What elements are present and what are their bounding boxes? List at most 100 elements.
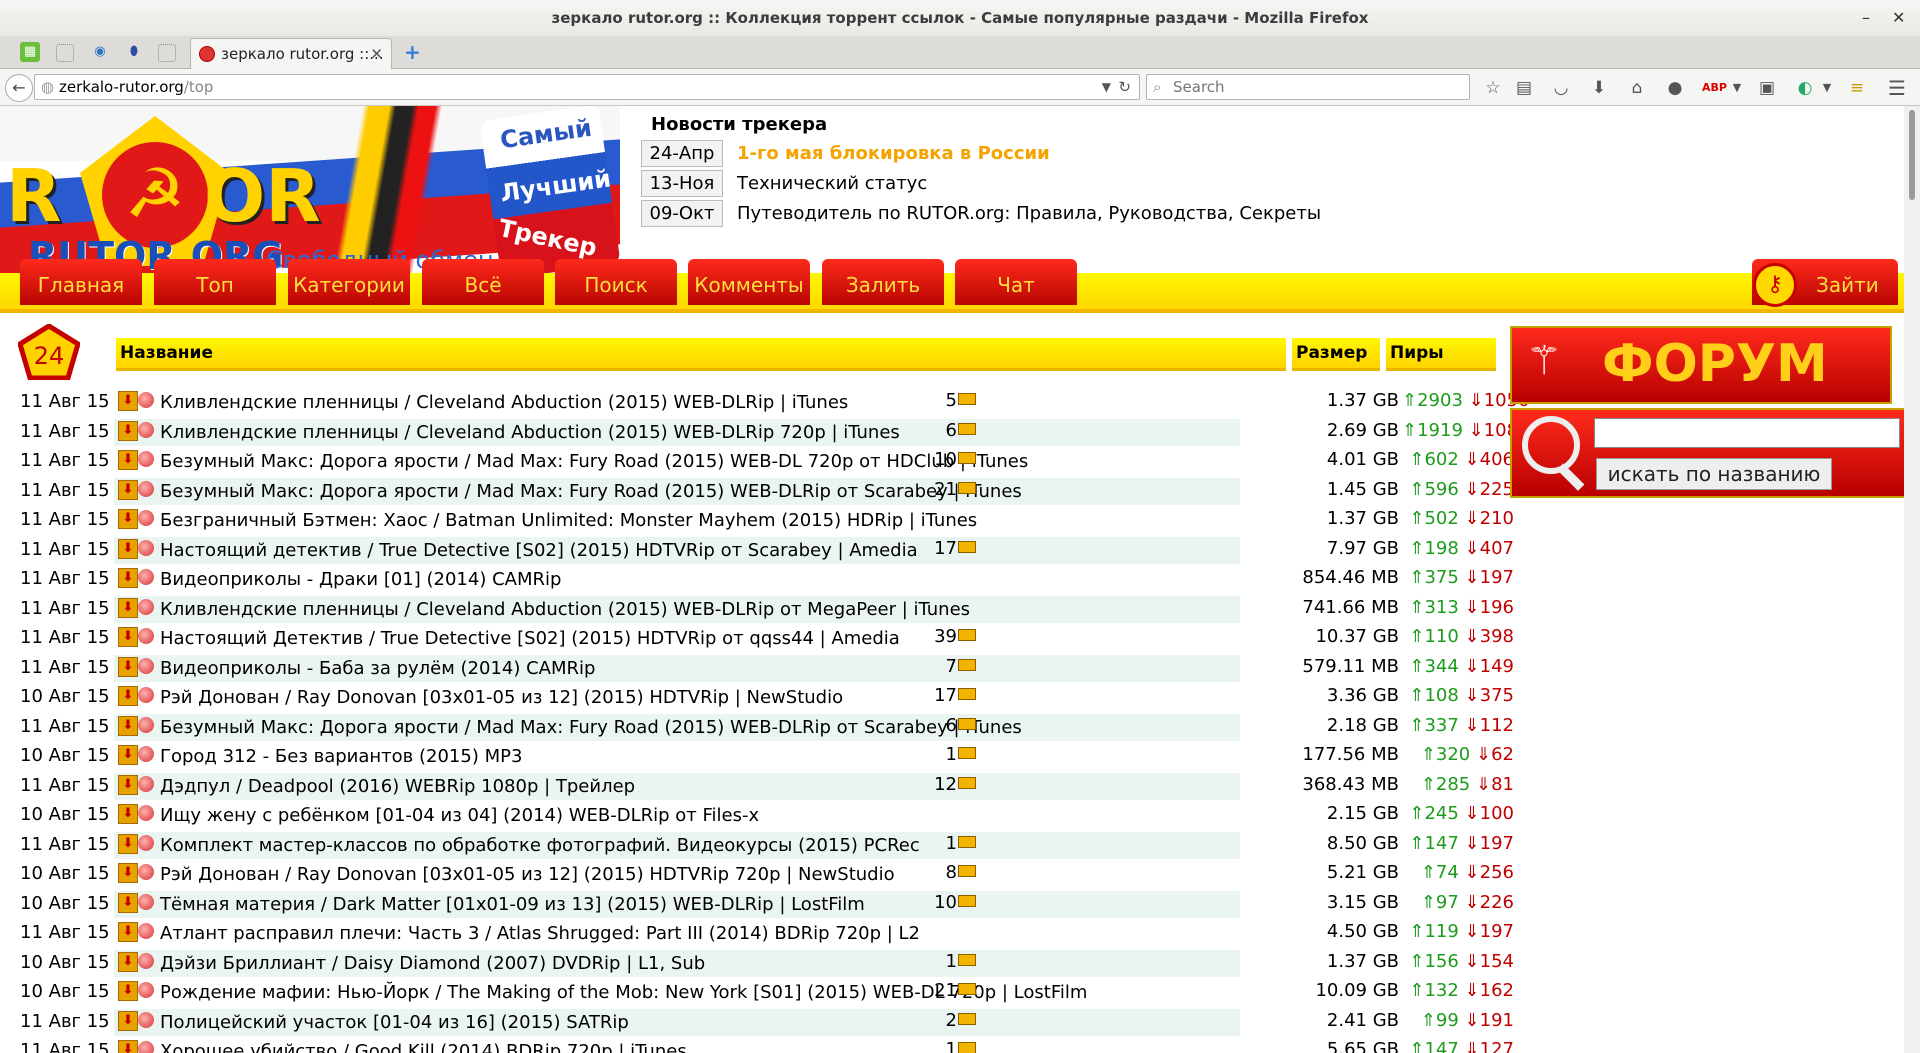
comment-count[interactable]: 1 — [916, 744, 976, 765]
magnet-link-icon[interactable] — [138, 658, 154, 674]
table-row[interactable]: 11 Авг 15 ⬇ Безграничный Бэтмен: Хаос / Ba… — [18, 506, 1514, 535]
url-bar[interactable]: ◍ zerkalo-rutor.org/top ▼ ↻ — [34, 74, 1140, 100]
magnet-link-icon[interactable] — [138, 864, 154, 880]
extension-bars-icon[interactable]: ≡ — [1846, 77, 1868, 99]
magnet-link-icon[interactable] — [138, 510, 154, 526]
table-row[interactable]: 10 Авг 15 ⬇ Ищу жену с ребёнком [01-04 из … — [18, 801, 1514, 830]
magnet-link-icon[interactable] — [138, 451, 154, 467]
close-window-button[interactable]: ✕ — [1892, 0, 1905, 36]
download-torrent-icon[interactable]: ⬇ — [118, 893, 138, 913]
download-torrent-icon[interactable]: ⬇ — [118, 775, 138, 795]
pinned-tab-globe-icon[interactable]: ◉ — [90, 42, 110, 62]
pinned-tab-blank-icon-2[interactable] — [158, 44, 176, 62]
table-row[interactable]: 11 Авг 15 ⬇ Кливлендские пленницы / Clevel… — [18, 388, 1530, 417]
torrent-title-link[interactable]: Тёмная материя / Dark Matter [01x01-09 и… — [160, 894, 865, 915]
table-row[interactable]: 11 Авг 15 ⬇ Настоящий Детектив / True Dete… — [18, 624, 1514, 653]
table-row[interactable]: 10 Авг 15 ⬇ Тёмная материя / Dark Matter [… — [18, 890, 1514, 919]
download-torrent-icon[interactable]: ⬇ — [118, 509, 138, 529]
torrent-title-link[interactable]: Настоящий детектив / True Detective [S02… — [160, 540, 918, 561]
comment-count[interactable]: 17 — [916, 538, 976, 559]
download-torrent-icon[interactable]: ⬇ — [118, 539, 138, 559]
torrent-title-link[interactable]: Полицейский участок [01-04 из 16] (2015)… — [160, 1012, 629, 1033]
table-row[interactable]: 11 Авг 15 ⬇ Настоящий детектив / True Dete… — [18, 536, 1514, 565]
torrent-title-link[interactable]: Город 312 - Без вариантов (2015) MP3 — [160, 746, 522, 767]
menu-item-home[interactable]: Главная — [20, 259, 142, 305]
table-row[interactable]: 11 Авг 15 ⬇ Видеоприколы - Драки [01] (201… — [18, 565, 1514, 594]
download-torrent-icon[interactable]: ⬇ — [118, 716, 138, 736]
download-torrent-icon[interactable]: ⬇ — [118, 863, 138, 883]
menu-item-top[interactable]: Топ — [154, 259, 276, 305]
table-row[interactable]: 10 Авг 15 ⬇ Рэй Донован / Ray Donovan [03x… — [18, 683, 1514, 712]
comment-count[interactable]: 21 — [916, 980, 976, 1001]
table-row[interactable]: 11 Авг 15 ⬇ Кливлендские пленницы / Clevel… — [18, 595, 1514, 624]
pinned-tab-shield-icon[interactable]: ⬮ — [124, 42, 144, 62]
magnet-link-icon[interactable] — [138, 746, 154, 762]
page-scrollbar[interactable] — [1904, 106, 1920, 1053]
download-torrent-icon[interactable]: ⬇ — [118, 391, 138, 411]
table-row[interactable]: 11 Авг 15 ⬇ Дэдпул / Deadpool (2016) WEBRi… — [18, 772, 1514, 801]
magnet-link-icon[interactable] — [138, 392, 154, 408]
torrent-title-link[interactable]: Ищу жену с ребёнком [01-04 из 04] (2014)… — [160, 805, 759, 826]
site-info-icon[interactable]: ◍ — [41, 75, 54, 99]
magnet-link-icon[interactable] — [138, 569, 154, 585]
comment-count[interactable]: 6 — [916, 420, 976, 441]
torrent-title-link[interactable]: Хорошее убийство / Good Kill (2014) BDRi… — [160, 1041, 687, 1053]
comment-count[interactable]: 1 — [916, 951, 976, 972]
news-link[interactable]: 1-го мая блокировка в России — [737, 140, 1050, 167]
home-icon[interactable]: ⌂ — [1626, 77, 1648, 99]
download-torrent-icon[interactable]: ⬇ — [118, 981, 138, 1001]
table-row[interactable]: 11 Авг 15 ⬇ Атлант расправил плечи: Часть … — [18, 919, 1514, 948]
download-torrent-icon[interactable]: ⬇ — [118, 952, 138, 972]
table-row[interactable]: 10 Авг 15 ⬇ Город 312 - Без вариантов (201… — [18, 742, 1514, 771]
menu-item-search[interactable]: Поиск — [555, 259, 677, 305]
active-tab[interactable]: зеркало rutor.org ::... ✕ — [190, 38, 392, 69]
comment-count[interactable]: 10 — [916, 892, 976, 913]
column-header-name[interactable]: Название — [116, 338, 1286, 371]
extension-grid-icon[interactable]: ▣ — [1756, 77, 1778, 99]
table-row[interactable]: 11 Авг 15 ⬇ Видеоприколы - Баба за рулём (… — [18, 654, 1514, 683]
magnet-link-icon[interactable] — [138, 540, 154, 556]
torrent-title-link[interactable]: Рэй Донован / Ray Donovan [03x01-05 из 1… — [160, 864, 895, 885]
magnet-link-icon[interactable] — [138, 776, 154, 792]
table-row[interactable]: 10 Авг 15 ⬇ Рэй Донован / Ray Donovan [03x… — [18, 860, 1514, 889]
login-button[interactable]: ⚷ Зайти — [1752, 259, 1898, 307]
table-row[interactable]: 10 Авг 15 ⬇ Рождение мафии: Нью-Йорк / The… — [18, 978, 1514, 1007]
pinned-tab-blank-icon[interactable] — [56, 44, 74, 62]
download-torrent-icon[interactable]: ⬇ — [118, 480, 138, 500]
title-search-input[interactable] — [1594, 418, 1900, 448]
comment-count[interactable]: 10 — [916, 449, 976, 470]
menu-item-all[interactable]: Всё — [422, 259, 544, 305]
menu-item-comments[interactable]: Комменты — [688, 259, 810, 305]
adblock-icon[interactable]: ABP — [1702, 77, 1727, 99]
torrent-title-link[interactable]: Видеоприколы - Баба за рулём (2014) CAMR… — [160, 658, 595, 679]
table-row[interactable]: 11 Авг 15 ⬇ Безумный Макс: Дорога ярости /… — [18, 713, 1514, 742]
magnet-link-icon[interactable] — [138, 835, 154, 851]
new-tab-plus-icon[interactable]: + — [404, 40, 421, 64]
magnet-link-icon[interactable] — [138, 599, 154, 615]
forum-banner[interactable]: ⚚ ФОРУМ — [1510, 326, 1892, 404]
news-item[interactable]: 24-Апр 1-го мая блокировка в России — [641, 140, 1281, 167]
reading-list-icon[interactable]: ▤ — [1513, 77, 1535, 99]
download-torrent-icon[interactable]: ⬇ — [118, 804, 138, 824]
comment-count[interactable]: 7 — [916, 656, 976, 677]
table-row[interactable]: 11 Авг 15 ⬇ Кливлендские пленницы / Clevel… — [18, 418, 1530, 447]
torrent-title-link[interactable]: Атлант расправил плечи: Часть 3 / Atlas … — [160, 923, 920, 944]
download-torrent-icon[interactable]: ⬇ — [118, 568, 138, 588]
column-header-peers[interactable]: Пиры — [1386, 338, 1496, 371]
table-row[interactable]: 11 Авг 15 ⬇ Комплект мастер-классов по обр… — [18, 831, 1514, 860]
torrent-title-link[interactable]: Безумный Макс: Дорога ярости / Mad Max: … — [160, 481, 1022, 502]
search-by-title-button[interactable]: искать по названию — [1596, 458, 1832, 490]
magnet-link-icon[interactable] — [138, 1041, 154, 1053]
rutor-logo[interactable]: ☭ R OR RUTOR.ORG Свободный обмен Самый Л… — [0, 106, 630, 276]
search-bar[interactable]: ⌕ — [1146, 74, 1470, 100]
download-torrent-icon[interactable]: ⬇ — [118, 834, 138, 854]
chat-bubble-icon[interactable]: ● — [1664, 77, 1686, 99]
magnet-link-icon[interactable] — [138, 717, 154, 733]
news-item[interactable]: 09-Окт Путеводитель по RUTOR.org: Правил… — [641, 200, 1321, 227]
menu-item-chat[interactable]: Чат — [955, 259, 1077, 305]
extension-dropdown-chevron-icon[interactable]: ▼ — [1816, 77, 1838, 99]
download-torrent-icon[interactable]: ⬇ — [118, 598, 138, 618]
magnet-link-icon[interactable] — [138, 953, 154, 969]
magnet-link-icon[interactable] — [138, 687, 154, 703]
comment-count[interactable]: 17 — [916, 685, 976, 706]
